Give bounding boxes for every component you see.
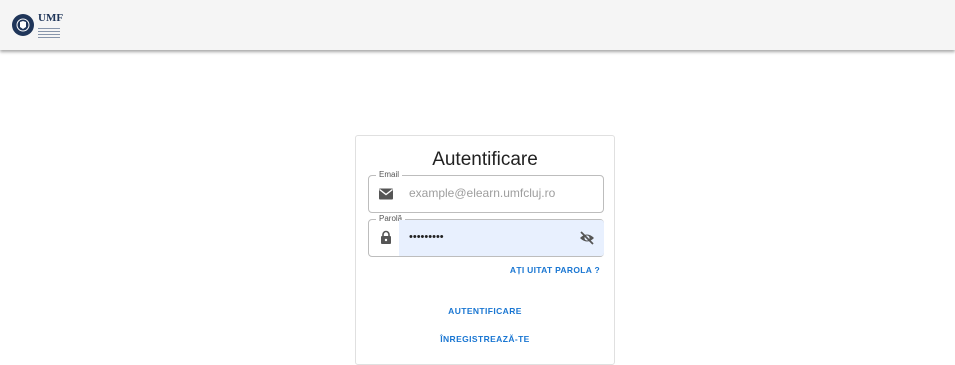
lock-icon	[381, 230, 391, 244]
umf-logo[interactable]: UMF	[12, 12, 63, 38]
eye-off-icon[interactable]	[579, 231, 595, 245]
email-label: Email	[376, 170, 403, 180]
top-app-bar: UMF	[0, 0, 955, 50]
password-input[interactable]: •••••••••	[409, 231, 444, 243]
logo-subtitle-lines	[38, 26, 63, 38]
login-card: Autentificare Email Parolă ••••••••• AȚI…	[355, 135, 615, 365]
umf-emblem-icon	[12, 14, 34, 36]
password-field[interactable]: Parolă •••••••••	[368, 214, 604, 257]
logo-title: UMF	[38, 11, 64, 24]
email-field[interactable]: Email	[368, 170, 604, 213]
envelope-icon	[379, 188, 393, 200]
page-title: Autentificare	[432, 149, 538, 170]
forgot-password-link[interactable]: AȚI UITAT PAROLA ?	[510, 265, 600, 275]
register-button[interactable]: ÎNREGISTREAZĂ-TE	[356, 334, 614, 344]
login-button[interactable]: AUTENTIFICARE	[356, 306, 614, 316]
email-input[interactable]	[409, 186, 589, 200]
